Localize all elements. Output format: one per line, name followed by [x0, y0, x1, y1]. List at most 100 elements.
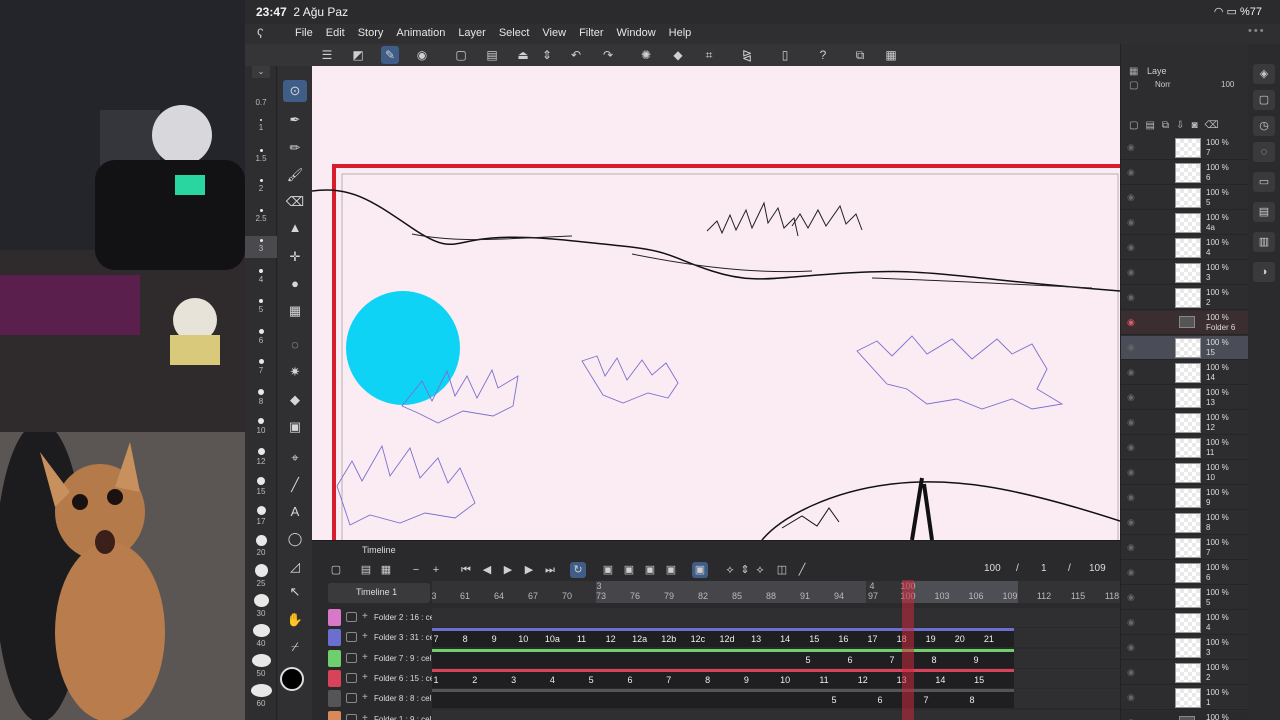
cel-label[interactable]: 4 — [550, 675, 555, 685]
grid-icon[interactable]: ▦ — [882, 46, 900, 64]
blend-mode-select[interactable]: Norr — [1155, 80, 1171, 89]
eye-icon[interactable]: ◉ — [1127, 492, 1135, 503]
cel-label[interactable]: 16 — [838, 634, 848, 644]
fill-icon[interactable]: ◆ — [669, 46, 687, 64]
layer-folder-row[interactable]: ◉100 %Folder 8 — [1121, 711, 1249, 720]
keyframe-icon[interactable]: ⟡ — [722, 562, 738, 578]
eye-icon[interactable]: ◉ — [1127, 517, 1135, 528]
brush-size-item[interactable]: 2 — [245, 179, 277, 193]
edit-timeline-icon[interactable]: ▤ — [358, 562, 374, 578]
cel-label[interactable]: 7 — [433, 634, 438, 644]
cel-label[interactable]: 6 — [847, 655, 852, 665]
layer-row[interactable]: ◉ 100 % 2 — [1121, 286, 1249, 310]
loading-icon[interactable]: ✺ — [637, 46, 655, 64]
pencil-tool-icon[interactable]: ✏ — [283, 137, 307, 159]
menu-layer[interactable]: Layer — [452, 27, 493, 39]
menu-window[interactable]: Window — [611, 27, 663, 39]
cel-label[interactable]: 9 — [973, 655, 978, 665]
layers-panel-icon[interactable]: ◈ — [1253, 64, 1275, 84]
export-icon[interactable]: ⧉ — [851, 46, 869, 64]
layer-row[interactable]: ◉ 100 % 6 — [1121, 561, 1249, 585]
mask-icon[interactable]: ◙ — [1191, 120, 1204, 131]
transform-icon[interactable]: ⌗ — [700, 46, 718, 64]
hamburger-menu-icon[interactable]: ☰ — [318, 46, 336, 64]
brush-size-item[interactable]: 0.7 — [245, 98, 277, 107]
layer-row[interactable]: ◉ 100 % 3 — [1121, 261, 1249, 285]
eye-icon[interactable]: ◉ — [1127, 642, 1135, 653]
first-frame-icon[interactable]: ⏮ — [458, 562, 474, 578]
layer-row[interactable]: ◉ 100 % 11 — [1121, 436, 1249, 460]
eye-icon[interactable]: ◉ — [1127, 692, 1135, 703]
layer-row[interactable]: ◉ 100 % 4 — [1121, 611, 1249, 635]
eye-icon[interactable]: ◉ — [1127, 592, 1135, 603]
layer-palette-icon[interactable]: ▦ — [1129, 66, 1138, 77]
cel-label[interactable]: 8 — [463, 634, 468, 644]
track-header[interactable]: + Folder 7 : 9 : cel — [328, 649, 431, 668]
cel-specification-icon[interactable]: ▦ — [378, 562, 394, 578]
layer-row[interactable]: ◉ 100 % 7 — [1121, 536, 1249, 560]
cel-label[interactable]: 5 — [831, 695, 836, 705]
eye-icon[interactable]: ◉ — [1127, 267, 1135, 278]
eye-icon[interactable]: ◉ — [1127, 617, 1135, 628]
layer-row[interactable]: ◉ 100 % 7 — [1121, 136, 1249, 160]
track-row[interactable] — [432, 608, 1120, 627]
save-icon[interactable]: ⏏ — [514, 46, 532, 64]
frame-tool-icon[interactable]: ▦ — [283, 300, 307, 322]
ruler-tool-icon[interactable]: ◿ — [283, 556, 307, 578]
eye-icon[interactable]: ◉ — [1127, 467, 1135, 478]
play-icon[interactable]: ▶ — [500, 562, 516, 578]
track-row[interactable]: 5 6 7 8 9 — [432, 648, 1120, 668]
next-frame-icon[interactable]: ▶ — [521, 562, 537, 578]
brush-size-item[interactable]: 50 — [245, 654, 277, 678]
cel-label[interactable]: 9 — [492, 634, 497, 644]
cel-label[interactable]: 8 — [705, 675, 710, 685]
track-header[interactable]: + Folder 6 : 15 : cel — [328, 669, 436, 688]
eraser-tool-icon[interactable]: ⌫ — [283, 191, 307, 213]
track-header[interactable]: + Folder 3 : 31 : cel — [328, 628, 436, 647]
brush-size-item-selected[interactable]: 3 — [245, 236, 277, 258]
track-header[interactable]: + Folder 8 : 8 : cel — [328, 689, 431, 708]
menu-view[interactable]: View — [536, 27, 573, 39]
open-folder-icon[interactable]: ▤ — [483, 46, 501, 64]
correct-line-icon[interactable]: ↖ — [283, 581, 307, 603]
layer-folder-row[interactable]: ◉ 100 % Folder 6 — [1121, 311, 1249, 335]
layer-row[interactable]: ◉ 100 % 8 — [1121, 511, 1249, 535]
track-row[interactable]: 7891010a111212a12b12c12d1314151617181920… — [432, 628, 1120, 648]
delete-layer-icon[interactable]: ⌫ — [1204, 120, 1225, 131]
brush-size-item[interactable]: 2.5 — [245, 209, 277, 223]
brush-size-item[interactable]: 7 — [245, 359, 277, 375]
layer-row[interactable]: ◉ 100 % 10 — [1121, 461, 1249, 485]
delete-cel-icon[interactable]: ▣ — [663, 562, 679, 578]
brush-size-item[interactable]: 1.5 — [245, 149, 277, 163]
main-color-swatch[interactable] — [280, 667, 304, 691]
frame-ruler[interactable]: 3 3 4 100 61 64 67 70 73 76 79 82 85 88 … — [431, 581, 1120, 603]
eye-icon[interactable]: ◉ — [1127, 567, 1135, 578]
track-expand-icon[interactable]: + — [362, 692, 368, 703]
menu-animation[interactable]: Animation — [390, 27, 452, 39]
line-tool-icon[interactable]: ╱ — [283, 474, 307, 496]
cel-label[interactable]: 19 — [926, 634, 936, 644]
cel-label[interactable]: 20 — [955, 634, 965, 644]
layer-row[interactable]: ◉ 100 % 5 — [1121, 186, 1249, 210]
material-panel-icon[interactable]: ▢ — [1253, 90, 1275, 110]
menu-select[interactable]: Select — [493, 27, 537, 39]
onion-skin-icon[interactable]: ▣ — [692, 562, 708, 578]
layer-opacity-value[interactable]: 100 — [1221, 80, 1234, 89]
cel-label[interactable]: 2 — [472, 675, 477, 685]
cel-label[interactable]: 6 — [877, 695, 882, 705]
timeline-name-selector[interactable]: Timeline 1 — [328, 583, 430, 603]
menu-story[interactable]: Story — [352, 27, 391, 39]
cel-label[interactable]: 6 — [627, 675, 632, 685]
cel-label[interactable]: 3 — [511, 675, 516, 685]
phone-icon[interactable]: ▯ — [776, 46, 794, 64]
help-icon[interactable]: ? — [814, 46, 832, 64]
cel-label[interactable]: 14 — [780, 634, 790, 644]
hand-tool-icon[interactable]: ✋ — [283, 609, 307, 631]
layer-row[interactable]: ◉ 100 % 1 — [1121, 686, 1249, 710]
drawing-canvas[interactable] — [312, 66, 1120, 540]
lock-alpha-icon[interactable]: ▢ — [1129, 80, 1138, 91]
eye-icon[interactable]: ◉ — [1127, 342, 1135, 353]
property-panel-icon[interactable]: ▥ — [1253, 232, 1275, 252]
layer-row[interactable]: ◉ 100 % 3 — [1121, 636, 1249, 660]
blend-tool-icon[interactable]: ✛ — [283, 246, 307, 268]
